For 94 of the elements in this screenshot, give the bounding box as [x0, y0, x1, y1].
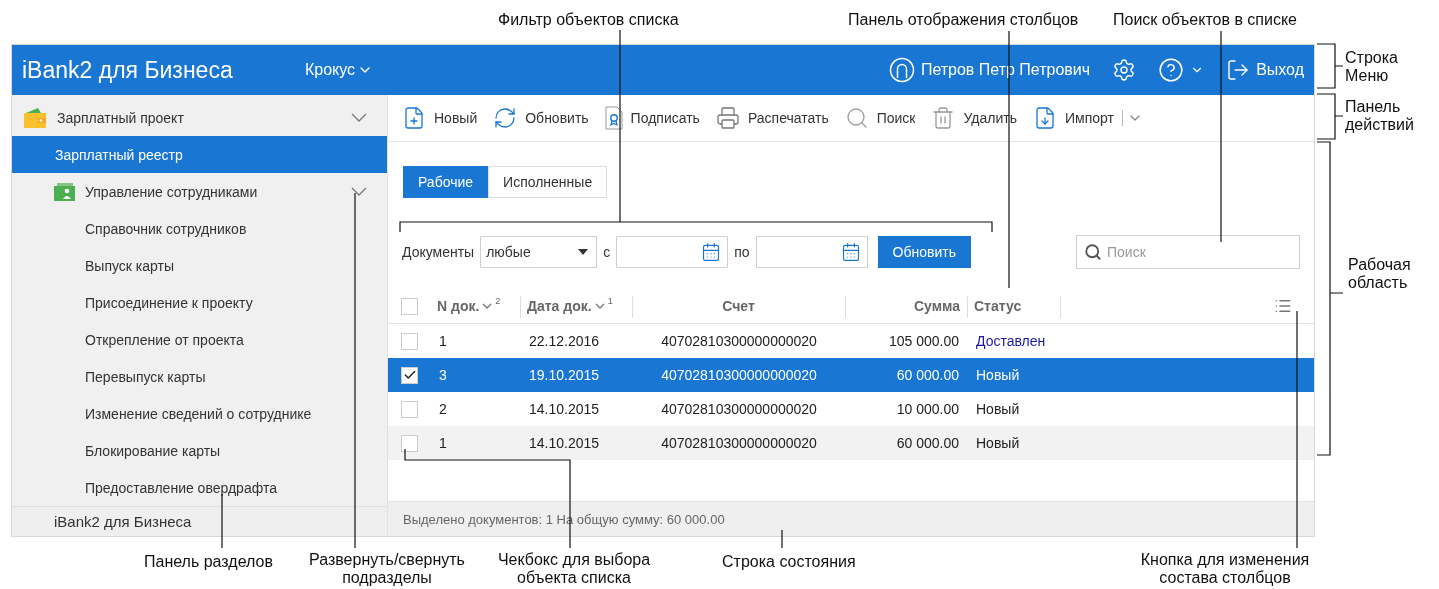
sidebar-item[interactable]: Присоединение к проекту — [12, 284, 387, 321]
sidebar-item[interactable]: Зарплатный проект — [12, 99, 387, 136]
select-all-checkbox[interactable] — [401, 297, 418, 315]
search-field[interactable]: Поиск — [1076, 235, 1300, 269]
list-icon — [1274, 297, 1292, 315]
tab[interactable]: Исполненные — [488, 166, 608, 198]
leader-line — [221, 493, 223, 549]
refresh-button[interactable]: Обновить — [877, 236, 971, 268]
sidebar-item[interactable]: Блокирование карты — [12, 432, 387, 469]
printer-icon — [715, 106, 740, 130]
bracket-line — [1316, 43, 1344, 89]
search-icon — [844, 106, 869, 130]
table-cell-text: Доставлен — [975, 333, 1047, 349]
table-cell-text: 19.10.2015 — [528, 367, 601, 383]
sort-chevron-icon — [594, 303, 605, 309]
toolbar-button[interactable]: Импорт — [1032, 106, 1114, 130]
table-cell-text: 40702810300000000020 — [660, 401, 818, 417]
table-cell-text: 2 — [438, 401, 448, 417]
table-cell-text: 60 000.00 — [895, 435, 960, 451]
wallet-icon — [23, 106, 47, 129]
refresh-icon — [493, 106, 518, 130]
date-field[interactable] — [755, 236, 868, 268]
callout-label: Строка состояния — [722, 553, 856, 571]
filter-label: Документы — [402, 244, 475, 260]
callout-label: Панель разделов — [144, 553, 273, 571]
tab[interactable]: Рабочие — [403, 166, 489, 198]
table-row[interactable]: 1 14.10.2015 40702810300000000020 60 000.00 Новый — [388, 426, 1314, 460]
sidebar-item[interactable]: Справочник сотрудников — [12, 210, 387, 247]
app-title: iBank2 для Бизнеса — [22, 56, 234, 84]
toolbar-button[interactable]: Новый — [402, 106, 478, 130]
callout-label: Поиск объектов в списке — [1113, 11, 1297, 29]
callout-label: Строка Меню — [1345, 49, 1399, 85]
table-cell-text: 14.10.2015 — [528, 401, 601, 417]
column-header[interactable]: N док. 2 — [431, 298, 521, 314]
sidebar-item[interactable]: Открепление от проекта — [12, 321, 387, 358]
calendar-icon[interactable] — [840, 242, 861, 262]
sidebar-item[interactable]: Зарплатный реестр — [12, 136, 387, 173]
row-checkbox[interactable] — [401, 332, 418, 350]
table-cell-text: 105 000.00 — [887, 333, 960, 349]
exit-icon — [1226, 58, 1251, 82]
table-cell-text: Новый — [975, 435, 1021, 451]
user-button[interactable]: Петров Петр Петрович — [888, 57, 1091, 83]
exit-button[interactable]: Выход — [1226, 58, 1304, 82]
table-cell-text: Новый — [975, 401, 1021, 417]
date-from-label: с — [603, 244, 611, 260]
folder-person-icon — [53, 181, 75, 202]
toolbar-button[interactable]: Подписать — [604, 106, 700, 130]
table-cell-text: 10 000.00 — [895, 401, 960, 417]
callout-label: Чекбокс для выбора объекта списка — [496, 551, 652, 587]
table-row[interactable]: 3 19.10.2015 40702810300000000020 60 000.00 Новый — [388, 358, 1314, 392]
new-document-icon — [402, 106, 426, 130]
dropdown-caret-icon — [578, 249, 589, 255]
column-header[interactable]: Дата док. 1 — [521, 298, 633, 314]
date-to-label: по — [734, 244, 750, 260]
chevron-down-icon[interactable] — [351, 186, 367, 197]
sidebar-item[interactable]: Перевыпуск карты — [12, 358, 387, 395]
sidebar-item[interactable]: Предоставление овердрафта — [12, 469, 387, 506]
table-cell-text: 40702810300000000020 — [660, 435, 818, 451]
table-cell-text: Новый — [975, 367, 1021, 383]
table-cell-text: 60 000.00 — [895, 367, 960, 383]
callout-label: Панель отображения столбцов — [848, 11, 1079, 29]
search-icon — [1084, 243, 1102, 261]
chevron-down-icon[interactable] — [351, 112, 367, 123]
document-type-select[interactable]: любые — [480, 236, 598, 268]
callout-label: Фильтр объектов списка — [498, 11, 679, 29]
check-icon — [402, 368, 417, 382]
leader-line — [781, 529, 783, 549]
toolbar-button[interactable]: Распечатать — [715, 106, 829, 130]
table-cell-text: 40702810300000000020 — [660, 333, 818, 349]
sidebar-item[interactable]: Управление сотрудниками — [12, 173, 387, 210]
sort-chevron-icon — [482, 303, 493, 309]
table-cell-text: 22.12.2016 — [528, 333, 601, 349]
toolbar-button[interactable]: Обновить — [493, 106, 589, 130]
table-cell-text: 14.10.2015 — [528, 435, 601, 451]
callout-label: Панель действий — [1345, 98, 1415, 134]
row-checkbox[interactable] — [401, 366, 418, 384]
table-cell-text: 1 — [438, 435, 448, 451]
calendar-icon[interactable] — [701, 242, 722, 262]
callout-label: Развернуть/свернуть подразделы — [308, 551, 466, 587]
help-icon — [1158, 57, 1185, 83]
table-cell-text: 40702810300000000020 — [660, 367, 818, 383]
sidebar-item[interactable]: Изменение сведений о сотруднике — [12, 395, 387, 432]
organization-dropdown[interactable]: Крокус — [305, 61, 374, 79]
callout-label: Рабочая область — [1348, 256, 1412, 292]
row-checkbox[interactable] — [401, 400, 418, 418]
table-cell-text: 1 — [438, 333, 448, 349]
user-icon — [888, 57, 915, 83]
toolbar-button[interactable]: Поиск — [844, 106, 916, 130]
table-cell-text: 3 — [438, 367, 448, 383]
sidebar-item[interactable]: Выпуск карты — [12, 247, 387, 284]
settings-icon[interactable] — [1112, 58, 1137, 82]
row-checkbox[interactable] — [401, 434, 418, 452]
date-field[interactable] — [616, 236, 729, 268]
callout-label: Кнопка для изменения состава столбцов — [1139, 551, 1311, 587]
